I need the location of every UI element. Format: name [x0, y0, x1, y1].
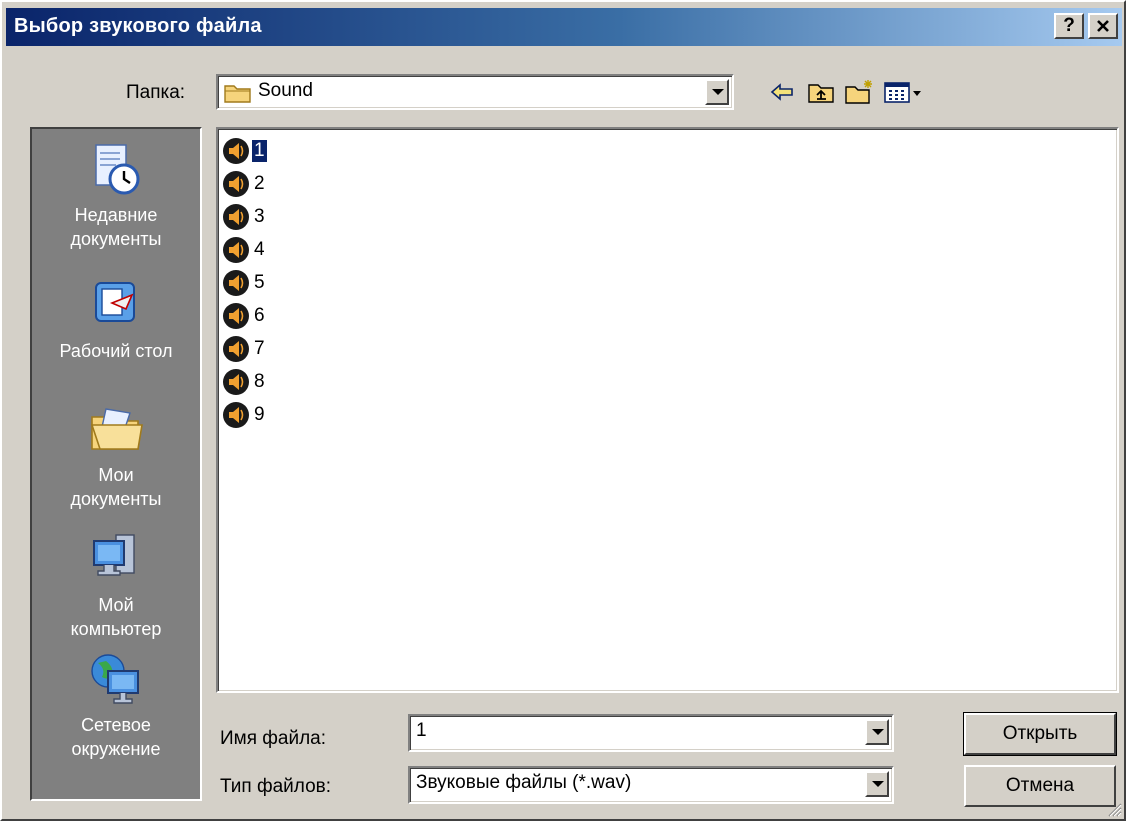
file-name: 9 [254, 404, 265, 425]
file-item[interactable]: 8 [222, 367, 267, 397]
filetype-dropdown-arrow[interactable] [865, 771, 889, 797]
filetype-label: Тип файлов: [220, 776, 332, 797]
file-item[interactable]: 7 [222, 334, 267, 364]
cancel-button[interactable]: Отмена [964, 765, 1116, 807]
help-button[interactable]: ? [1054, 13, 1084, 39]
place-label-line1: Сетевое [81, 715, 151, 735]
close-button[interactable] [1088, 13, 1118, 39]
file-item[interactable]: 4 [222, 235, 267, 265]
network-icon [91, 654, 139, 704]
back-button[interactable] [768, 78, 798, 106]
sound-file-icon [223, 237, 249, 263]
file-item[interactable]: 3 [222, 202, 267, 232]
place-label-line2: документы [70, 229, 162, 249]
place-label-line1: Мои [98, 465, 134, 485]
sound-file-icon [223, 303, 249, 329]
place-label-line1: Недавние [74, 205, 158, 225]
file-name: 1 [251, 139, 268, 163]
title-bar[interactable]: Выбор звукового файла ? [6, 8, 1122, 46]
place-label-line1: Мой [98, 595, 134, 615]
view-menu-button[interactable] [882, 78, 926, 106]
back-arrow-icon [770, 83, 793, 101]
file-open-dialog: Выбор звукового файла ? Папка: Sound Нед… [0, 0, 1126, 821]
folder-combo[interactable]: Sound [216, 74, 734, 110]
folder-label: Папка: [126, 82, 186, 103]
sound-file-icon [223, 270, 249, 296]
new-folder-button[interactable] [844, 78, 874, 106]
folder-icon [224, 85, 251, 103]
file-name: 2 [254, 173, 265, 194]
file-name: 5 [254, 272, 265, 293]
my-documents-icon [90, 408, 143, 450]
file-item[interactable]: 9 [222, 400, 267, 430]
file-item[interactable]: 2 [222, 169, 267, 199]
place-label-line2: компьютер [70, 619, 162, 639]
filetype-value: Звуковые файлы (*.wav) [416, 772, 632, 793]
open-button[interactable]: Открыть [963, 712, 1117, 756]
file-list[interactable]: 1 2 3 4 5 6 7 8 9 [216, 127, 1119, 693]
filename-combo[interactable]: 1 [408, 714, 894, 752]
sound-file-icon [223, 369, 249, 395]
filetype-select[interactable]: Звуковые файлы (*.wav) [408, 766, 894, 804]
place-label-line2: окружение [71, 739, 161, 759]
view-menu-icon [884, 82, 921, 103]
file-name: 6 [254, 305, 265, 326]
sound-file-icon [223, 204, 249, 230]
sound-file-icon [223, 171, 249, 197]
up-folder-button[interactable] [806, 78, 836, 106]
close-icon [1097, 20, 1109, 32]
place-network[interactable]: Сетевое окружение [32, 649, 200, 761]
file-item[interactable]: 1 [222, 136, 268, 166]
filename-input[interactable]: 1 [416, 720, 427, 742]
new-folder-icon [845, 80, 872, 104]
place-recent-documents[interactable]: Недавние документы [32, 139, 200, 251]
place-label-line2: документы [70, 489, 162, 509]
place-label-line1: Рабочий стол [59, 341, 173, 361]
file-name: 8 [254, 371, 265, 392]
sound-file-icon [223, 336, 249, 362]
filename-label: Имя файла: [220, 728, 327, 749]
place-desktop[interactable]: Рабочий стол [32, 275, 200, 363]
file-name: 3 [254, 206, 265, 227]
place-my-computer[interactable]: Мой компьютер [32, 529, 200, 641]
window-title: Выбор звукового файла [14, 15, 262, 37]
places-bar: Недавние документы Рабочий стол Мои доку… [30, 127, 202, 801]
resize-grip-icon[interactable] [1106, 801, 1122, 817]
recent-documents-icon [95, 144, 140, 195]
place-my-documents[interactable]: Мои документы [32, 399, 200, 511]
my-computer-icon [93, 534, 135, 576]
file-item[interactable]: 6 [222, 301, 267, 331]
sound-file-icon [223, 138, 249, 164]
file-name: 7 [254, 338, 265, 359]
folder-value: Sound [258, 80, 313, 101]
up-folder-icon [808, 84, 834, 103]
sound-file-icon [223, 402, 249, 428]
desktop-icon [95, 282, 135, 322]
filename-dropdown-arrow[interactable] [865, 719, 889, 745]
file-name: 4 [254, 239, 265, 260]
folder-dropdown-arrow[interactable] [705, 79, 729, 105]
file-item[interactable]: 5 [222, 268, 267, 298]
